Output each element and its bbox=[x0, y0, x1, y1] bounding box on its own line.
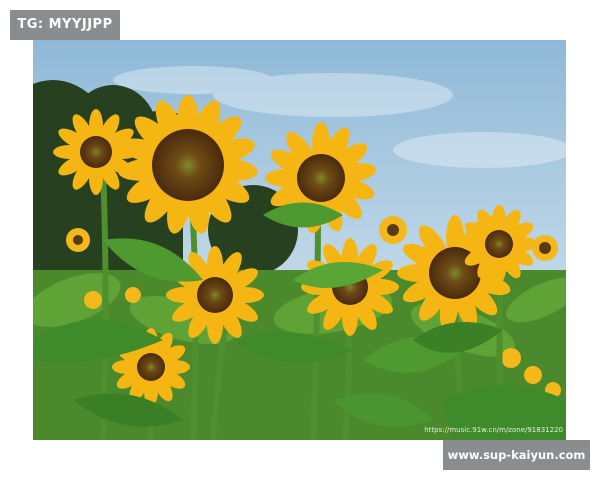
sunflower-photo bbox=[33, 40, 566, 440]
photo-watermark: https://music.91w.cn/m/zone/91831220 bbox=[424, 426, 563, 434]
sunflower-field-illustration bbox=[33, 40, 566, 440]
site-url-badge: www.sup-kaiyun.com bbox=[443, 440, 590, 470]
tag-badge: TG: MYYJJPP bbox=[10, 10, 120, 40]
page: TG: MYYJJPP https://music.91w.cn/m/zone/… bbox=[0, 0, 600, 480]
